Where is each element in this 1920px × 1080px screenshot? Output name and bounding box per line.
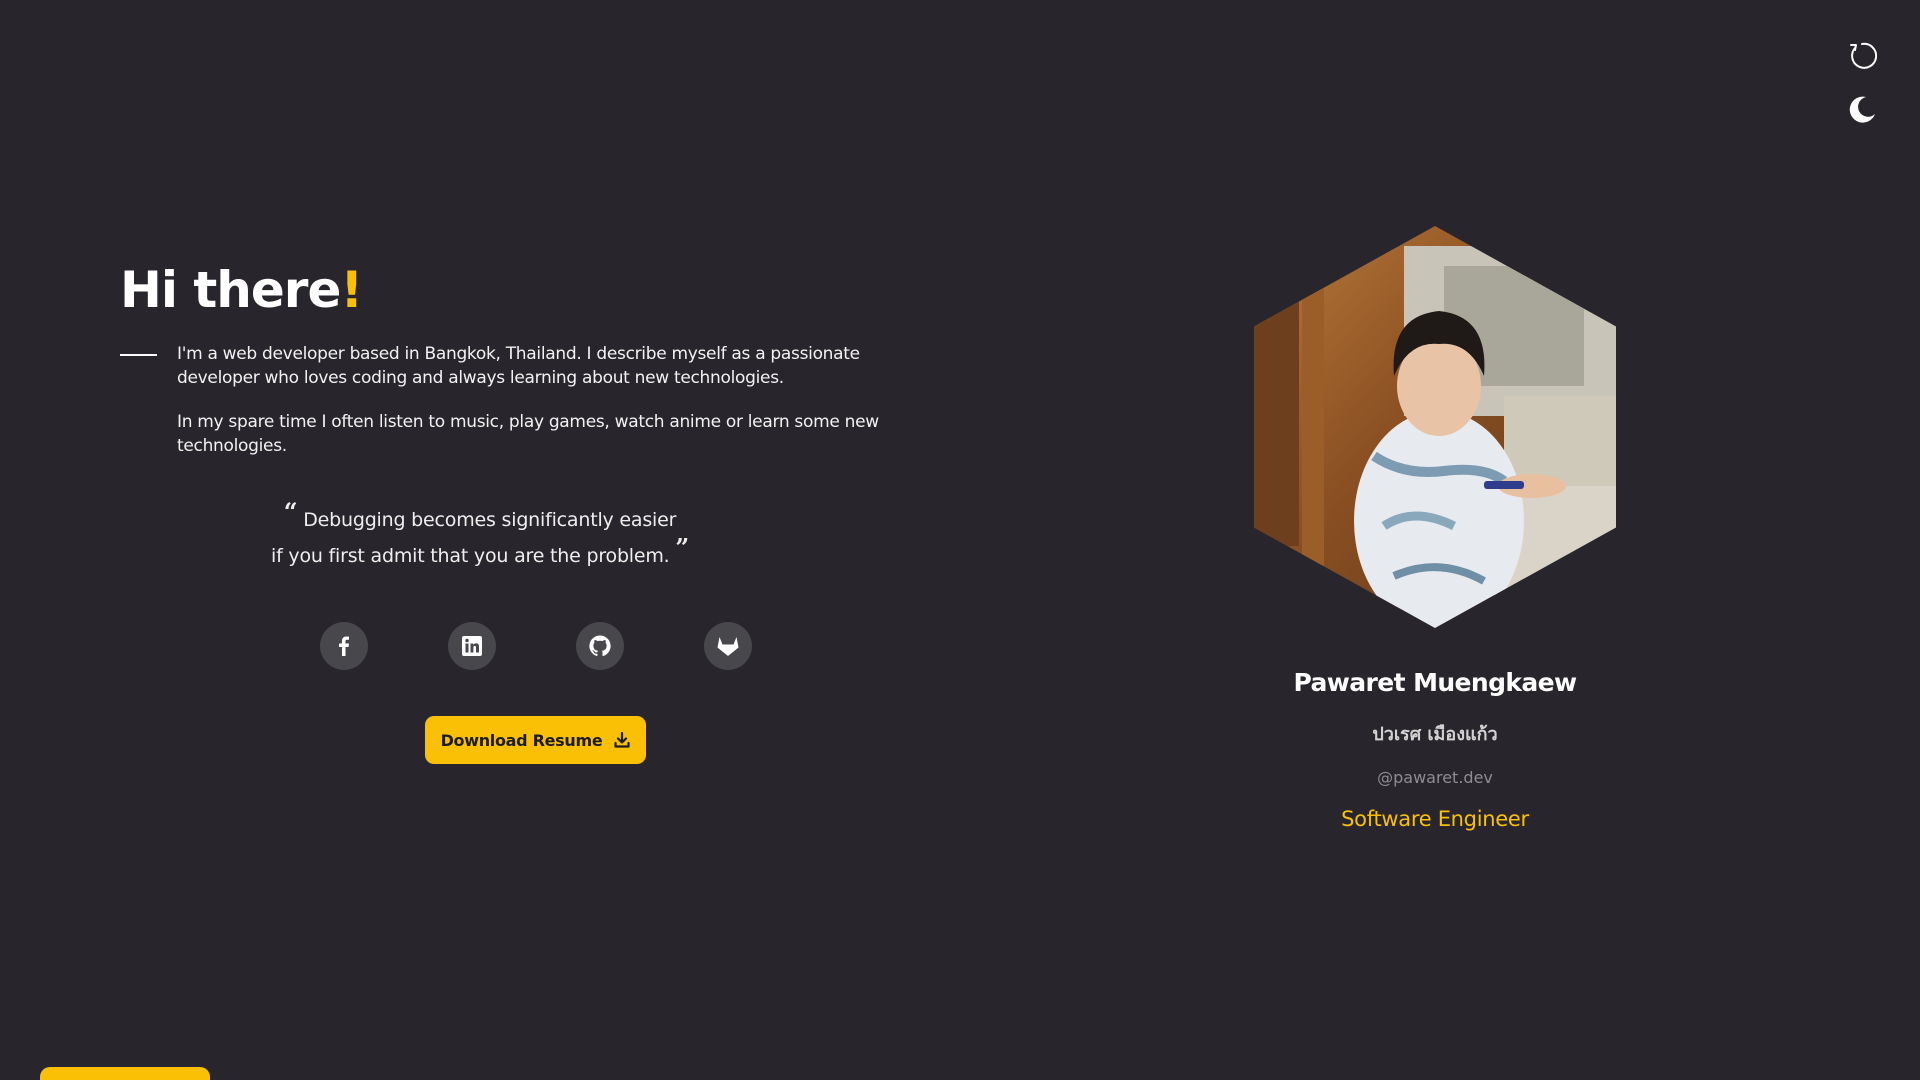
github-link[interactable]	[576, 622, 624, 670]
top-controls	[1844, 38, 1880, 128]
quote-line-1: Debugging becomes significantly easier	[303, 509, 677, 531]
profile-photo	[1254, 226, 1616, 628]
social-links	[320, 622, 940, 670]
github-icon	[589, 635, 611, 657]
download-icon	[614, 732, 631, 748]
about-block: I'm a web developer based in Bangkok, Th…	[120, 342, 940, 458]
profile-name: Pawaret Muengkaew	[1293, 668, 1577, 697]
linkedin-link[interactable]	[448, 622, 496, 670]
theme-toggle-button[interactable]	[1844, 92, 1880, 128]
quote-line-2: if you first admit that you are the prob…	[271, 545, 670, 567]
gitlab-icon	[717, 637, 739, 656]
quote: “ Debugging becomes significantly easier…	[270, 498, 690, 570]
profile-role: Software Engineer	[1341, 807, 1529, 831]
download-resume-label: Download Resume	[440, 730, 603, 750]
refresh-icon	[1850, 42, 1878, 69]
linkedin-icon	[462, 636, 482, 656]
open-quote-icon: “	[283, 497, 298, 526]
download-resume-button[interactable]: Download Resume	[425, 716, 646, 764]
profile-handle: @pawaret.dev	[1377, 768, 1493, 787]
facebook-icon	[339, 636, 349, 656]
intro-section: Hi there! I'm a web developer based in B…	[120, 262, 940, 764]
facebook-link[interactable]	[320, 622, 368, 670]
refresh-button[interactable]	[1844, 38, 1880, 74]
profile-card: Pawaret Muengkaew ปวเรศ เมืองแก้ว @pawar…	[1235, 226, 1635, 831]
about-dash-divider	[120, 354, 157, 356]
about-paragraph-1: I'm a web developer based in Bangkok, Th…	[177, 344, 860, 388]
greeting-text: Hi there	[120, 261, 341, 319]
about-paragraph-2: In my spare time I often listen to music…	[177, 412, 879, 456]
profile-name-thai: ปวเรศ เมืองแก้ว	[1372, 724, 1498, 745]
bottom-tab[interactable]	[40, 1067, 210, 1080]
gitlab-link[interactable]	[704, 622, 752, 670]
close-quote-icon: ”	[675, 533, 689, 562]
greeting-exclamation: !	[340, 261, 363, 319]
moon-icon	[1849, 96, 1875, 123]
greeting-heading: Hi there!	[120, 262, 940, 318]
